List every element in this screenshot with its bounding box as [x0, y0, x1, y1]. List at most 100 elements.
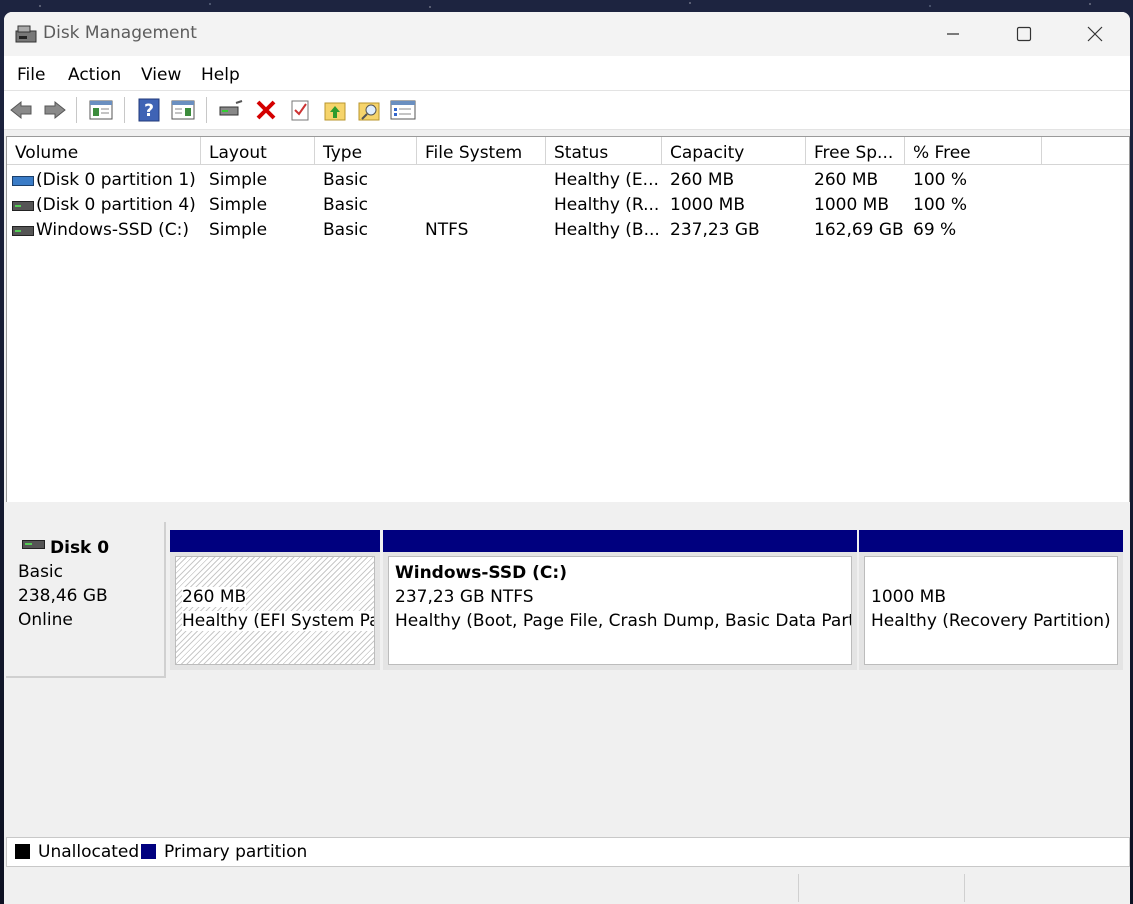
maximize-button[interactable]: [989, 12, 1059, 56]
close-icon: [1087, 26, 1103, 42]
volume-drive-icon: [12, 201, 34, 211]
volume-capacity: 237,23 GB: [670, 220, 760, 240]
back-button[interactable]: [8, 97, 34, 123]
partition-size: 260 MB: [182, 587, 247, 607]
partition-size: 237,23 GB NTFS: [395, 587, 534, 607]
legend: Unallocated Primary partition: [6, 837, 1130, 867]
find-button[interactable]: [356, 97, 382, 123]
volume-capacity: 260 MB: [670, 170, 735, 190]
volume-percent-free: 69 %: [913, 220, 957, 240]
volume-free-space: 1000 MB: [814, 195, 889, 215]
disk-size: 238,46 GB: [18, 586, 108, 606]
toolbar: ?: [4, 90, 1130, 130]
partition-status: Healthy (Recovery Partition): [871, 611, 1111, 631]
svg-text:?: ?: [144, 101, 154, 121]
settings-view-button[interactable]: [390, 97, 416, 123]
help-icon: ?: [138, 98, 160, 122]
properties-check-button[interactable]: [287, 97, 313, 123]
action-pane-icon: [171, 100, 195, 120]
disk-0-label[interactable]: Disk 0 Basic 238,46 GB Online: [6, 522, 166, 678]
partition-windows-ssd[interactable]: Windows-SSD (C:) 237,23 GB NTFS Healthy …: [383, 530, 857, 670]
show-hide-console-tree-button[interactable]: [88, 97, 114, 123]
show-hide-action-pane-button[interactable]: [170, 97, 196, 123]
primary-partition-bar: [170, 530, 380, 552]
volume-percent-free: 100 %: [913, 195, 968, 215]
partition-efi[interactable]: 260 MB Healthy (EFI System Par: [170, 530, 380, 670]
volume-list-pane: Volume Layout Type File System Status Ca…: [6, 136, 1130, 504]
volume-status: Healthy (E...: [554, 170, 659, 190]
volume-name: Windows-SSD (C:): [36, 220, 189, 240]
legend-unallocated: Unallocated: [38, 842, 140, 862]
partition-status: Healthy (EFI System Par: [182, 611, 374, 631]
volume-layout: Simple: [209, 220, 268, 240]
volume-file-system: NTFS: [425, 220, 469, 240]
pane-splitter[interactable]: [4, 502, 1130, 522]
partition-body: Windows-SSD (C:) 237,23 GB NTFS Healthy …: [388, 556, 852, 665]
column-header-type[interactable]: Type: [315, 137, 417, 165]
volume-free-space: 162,69 GB: [814, 220, 904, 240]
volume-type: Basic: [323, 170, 369, 190]
back-arrow-icon: [10, 100, 32, 120]
volume-drive-icon: [12, 176, 34, 186]
primary-partition-bar: [859, 530, 1123, 552]
console-tree-icon: [89, 100, 113, 120]
partition-title: Windows-SSD (C:): [395, 563, 567, 583]
volume-percent-free: 100 %: [913, 170, 968, 190]
help-button[interactable]: ?: [136, 97, 162, 123]
disk-state: Online: [18, 610, 73, 630]
partition-body: 1000 MB Healthy (Recovery Partition): [864, 556, 1118, 665]
volume-status: Healthy (R...: [554, 195, 660, 215]
unallocated-swatch: [15, 844, 30, 859]
volume-drive-icon: [12, 226, 34, 236]
volume-type: Basic: [323, 195, 369, 215]
menu-file[interactable]: File: [17, 65, 45, 85]
disk-management-app-icon: [15, 25, 37, 43]
minimize-icon: [947, 33, 959, 35]
volume-layout: Simple: [209, 170, 268, 190]
menu-bar: File Action View Help: [4, 56, 1130, 90]
partition-body: 260 MB Healthy (EFI System Par: [175, 556, 375, 665]
up-one-level-button[interactable]: [322, 97, 348, 123]
delete-icon: [256, 100, 276, 120]
column-header-status[interactable]: Status: [546, 137, 662, 165]
forward-button[interactable]: [42, 97, 68, 123]
column-header-file-system[interactable]: File System: [417, 137, 546, 165]
properties-icon: [390, 100, 416, 120]
minimize-button[interactable]: [918, 12, 988, 56]
table-row[interactable]: (Disk 0 partition 4) Simple Basic Health…: [7, 193, 1129, 218]
column-header-layout[interactable]: Layout: [201, 137, 315, 165]
column-header-free-space[interactable]: Free Sp...: [806, 137, 905, 165]
search-folder-icon: [358, 102, 380, 121]
disk-drive-icon: [22, 540, 45, 549]
table-row[interactable]: (Disk 0 partition 1) Simple Basic Health…: [7, 168, 1129, 193]
delete-button[interactable]: [253, 97, 279, 123]
volume-type: Basic: [323, 220, 369, 240]
legend-primary: Primary partition: [164, 842, 308, 862]
close-button[interactable]: [1060, 12, 1130, 56]
connect-drive-icon: [219, 100, 243, 116]
column-header-percent-free[interactable]: % Free: [905, 137, 1042, 165]
forward-arrow-icon: [44, 100, 66, 120]
title-bar: Disk Management: [4, 12, 1130, 56]
disk-management-window: Disk Management File Action View Help ?: [4, 12, 1130, 904]
disk-name: Disk 0: [50, 538, 110, 558]
volume-name: (Disk 0 partition 4): [36, 195, 196, 215]
menu-view[interactable]: View: [141, 65, 181, 85]
disk-graphical-view: Disk 0 Basic 238,46 GB Online 260 MB Hea…: [4, 522, 1130, 844]
menu-help[interactable]: Help: [201, 65, 240, 85]
volume-name: (Disk 0 partition 1): [36, 170, 196, 190]
maximize-icon: [1016, 26, 1032, 42]
checklist-icon: [291, 100, 309, 121]
menu-action[interactable]: Action: [68, 65, 121, 85]
partition-recovery[interactable]: 1000 MB Healthy (Recovery Partition): [859, 530, 1123, 670]
folder-up-icon: [324, 102, 346, 121]
volume-status: Healthy (B...: [554, 220, 660, 240]
connect-virtual-disk-button[interactable]: [218, 97, 244, 123]
partition-status: Healthy (Boot, Page File, Crash Dump, Ba…: [395, 611, 852, 631]
volume-layout: Simple: [209, 195, 268, 215]
column-header-capacity[interactable]: Capacity: [662, 137, 806, 165]
column-header-volume[interactable]: Volume: [7, 137, 201, 165]
column-header-filler: [1042, 137, 1129, 165]
disk-type: Basic: [18, 562, 64, 582]
table-row[interactable]: Windows-SSD (C:) Simple Basic NTFS Healt…: [7, 218, 1129, 243]
